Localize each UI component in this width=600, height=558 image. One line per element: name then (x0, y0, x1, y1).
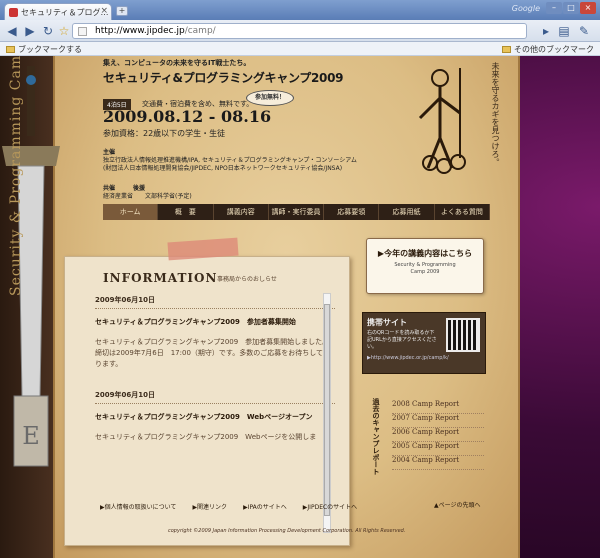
lecture-banner[interactable]: ▶今年の講義内容はこちら Security & Programming Camp… (366, 238, 484, 294)
go-icon[interactable]: ▸ (538, 23, 554, 39)
footer-related-link[interactable]: ▶関連リンク (192, 502, 227, 511)
news-title: セキュリティ＆プログラミングキャンプ2009 Webページオープン (95, 413, 313, 421)
bookmark-add-label: ブックマークする (18, 45, 82, 54)
star-icon[interactable]: ☆ (56, 23, 72, 39)
nav-home[interactable]: ホーム (103, 204, 159, 220)
url-path: /camp/ (184, 26, 216, 36)
bookmark-icon (6, 46, 15, 53)
address-bar[interactable]: http://www.jipdec.jp/camp/ (72, 23, 527, 39)
main-nav: ホーム 概 要 講義内容 講師・実行委員 応募要領 応募用紙 よくある質問 (103, 204, 490, 220)
toolbar: ◀ ▶ ↻ ☆ http://www.jipdec.jp/camp/ ▸ ▤ ✎ (0, 20, 600, 42)
info-list: 2009年06月10日 セキュリティ＆プログラミングキャンプ2009 参加者募集… (95, 293, 335, 533)
scrollbar-thumb[interactable] (324, 304, 330, 516)
free-badge: 参加無料！ (246, 90, 294, 106)
other-bookmarks-label: その他のブックマーク (514, 45, 594, 54)
page-top-link[interactable]: ▲ページの先頭へ (434, 500, 481, 509)
footer-ipa-link[interactable]: ▶IPAのサイトへ (243, 502, 287, 511)
page-menu-icon[interactable]: ▤ (556, 23, 572, 39)
copyright: copyright ©2009 Japan Information Proces… (168, 528, 406, 534)
nav-instructors[interactable]: 講師・実行委員 (269, 204, 325, 220)
slogan: 未来を守るカギを見つけろ。 (491, 62, 500, 166)
nav-lectures[interactable]: 講義内容 (214, 204, 269, 220)
close-tab-icon[interactable]: × (100, 6, 108, 16)
forward-icon[interactable]: ▶ (22, 23, 38, 39)
reload-icon[interactable]: ↻ (40, 23, 56, 39)
browser-tab[interactable]: セキュリティ＆プログ… × (4, 3, 112, 20)
wrench-icon[interactable]: ✎ (576, 23, 592, 39)
web-page: E Security & Programming Camp 2009 集え、コン… (0, 56, 600, 558)
window-close-button[interactable]: × (580, 2, 596, 14)
bookmarks-bar: ブックマークする その他のブックマーク (0, 42, 600, 56)
left-vertical-title: Security & Programming Camp 2009 (8, 56, 24, 296)
nav-application-guide[interactable]: 応募要領 (324, 204, 380, 220)
news-item: 2009年06月10日 セキュリティ＆プログラミングキャンプ2009 Webペー… (95, 388, 335, 443)
catch-copy: 集え、コンピュータの未来を守るIT戦士たち。 (103, 59, 251, 67)
favicon-icon (9, 8, 18, 17)
maximize-button[interactable]: □ (563, 2, 579, 14)
news-body: セキュリティ＆プログラミングキャンプ2009 参加者募集開始しました。締切は20… (95, 338, 330, 368)
event-dates: 2009.08.12 - 08.16 (103, 107, 272, 126)
sponsor-line2: (財団法人日本情報処理開発協会/JIPDEC, NPO日本ネットワークセキュリテ… (103, 165, 343, 172)
qr-code (446, 318, 480, 352)
bookmark-add-link[interactable]: ブックマークする (6, 44, 82, 55)
coop-orgs: 経済産業省 文部科学省(予定) (103, 193, 192, 200)
new-tab-button[interactable]: + (116, 6, 128, 16)
coop-info: 共催 後援 経済産業省 文部科学省(予定) (103, 185, 192, 201)
news-body: セキュリティ＆プログラミングキャンプ2009 Webページを公開しま (95, 433, 317, 441)
lecture-banner-subtitle: Security & Programming Camp 2009 (394, 262, 456, 275)
mobile-site-box: 携帯サイト 右のQRコードを読み取るか下記URLから直接アクセスください。 ▶h… (362, 312, 486, 374)
nav-faq[interactable]: よくある質問 (435, 204, 490, 220)
news-item: 2009年06月10日 セキュリティ＆プログラミングキャンプ2009 参加者募集… (95, 293, 335, 370)
coop-label: 共催 後援 (103, 185, 146, 192)
info-subheading: 事務局からのおしらせ (217, 276, 277, 283)
url-host: http://www.jipdec.jp (95, 26, 185, 36)
report-link-2008[interactable]: 2008 Camp Report (392, 400, 484, 414)
news-title: セキュリティ＆プログラミングキャンプ2009 参加者募集開始 (95, 318, 296, 326)
nav-overview[interactable]: 概 要 (158, 204, 214, 220)
footer-privacy-link[interactable]: ▶個人情報の取扱いについて (100, 502, 176, 511)
svg-text:E: E (22, 422, 40, 450)
news-date: 2009年06月10日 (95, 388, 335, 404)
warrior-illustration (418, 68, 466, 174)
footer-jipdec-link[interactable]: ▶JIPDECのサイトへ (303, 502, 357, 511)
sponsor-label: 主催 (103, 149, 116, 156)
lecture-banner-title: ▶今年の講義内容はこちら (377, 249, 473, 258)
other-bookmarks-link[interactable]: その他のブックマーク (502, 44, 594, 55)
report-link-2005[interactable]: 2005 Camp Report (392, 442, 484, 456)
tab-title: セキュリティ＆プログ… (21, 8, 109, 17)
page-title: セキュリティ&プログラミングキャンプ2009 (103, 71, 344, 85)
minimize-button[interactable]: – (546, 2, 562, 14)
nav-application-form[interactable]: 応募用紙 (379, 204, 435, 220)
reports-label: 過去のキャンプレポート (372, 398, 380, 475)
sponsor-line1: 独立行政法人情報処理推進機構/IPA, セキュリティ＆プログラミングキャンプ・コ… (103, 157, 357, 164)
folder-icon (502, 46, 511, 53)
report-link-2007[interactable]: 2007 Camp Report (392, 414, 484, 428)
mobile-url-link[interactable]: ▶http://www.jipdec.or.jp/camp/k/ (367, 355, 481, 361)
brand-label: Google (511, 4, 540, 13)
mobile-desc: 右のQRコードを読み取るか下記URLから直接アクセスください。 (367, 330, 437, 350)
page-icon (78, 27, 87, 36)
report-link-2004[interactable]: 2004 Camp Report (392, 456, 484, 470)
eligibility: 参加資格：22歳以下の学生・生徒 (103, 129, 226, 138)
info-heading: INFORMATION (103, 271, 218, 285)
tab-bar: セキュリティ＆プログ… × + Google – □ × (0, 0, 600, 20)
news-date: 2009年06月10日 (95, 293, 335, 309)
report-link-2006[interactable]: 2006 Camp Report (392, 428, 484, 442)
sponsor-info: 主催 独立行政法人情報処理推進機構/IPA, セキュリティ＆プログラミングキャン… (103, 149, 357, 173)
back-icon[interactable]: ◀ (4, 23, 20, 39)
info-scrollbar[interactable] (323, 293, 331, 533)
reports-list: 2008 Camp Report 2007 Camp Report 2006 C… (392, 400, 484, 470)
